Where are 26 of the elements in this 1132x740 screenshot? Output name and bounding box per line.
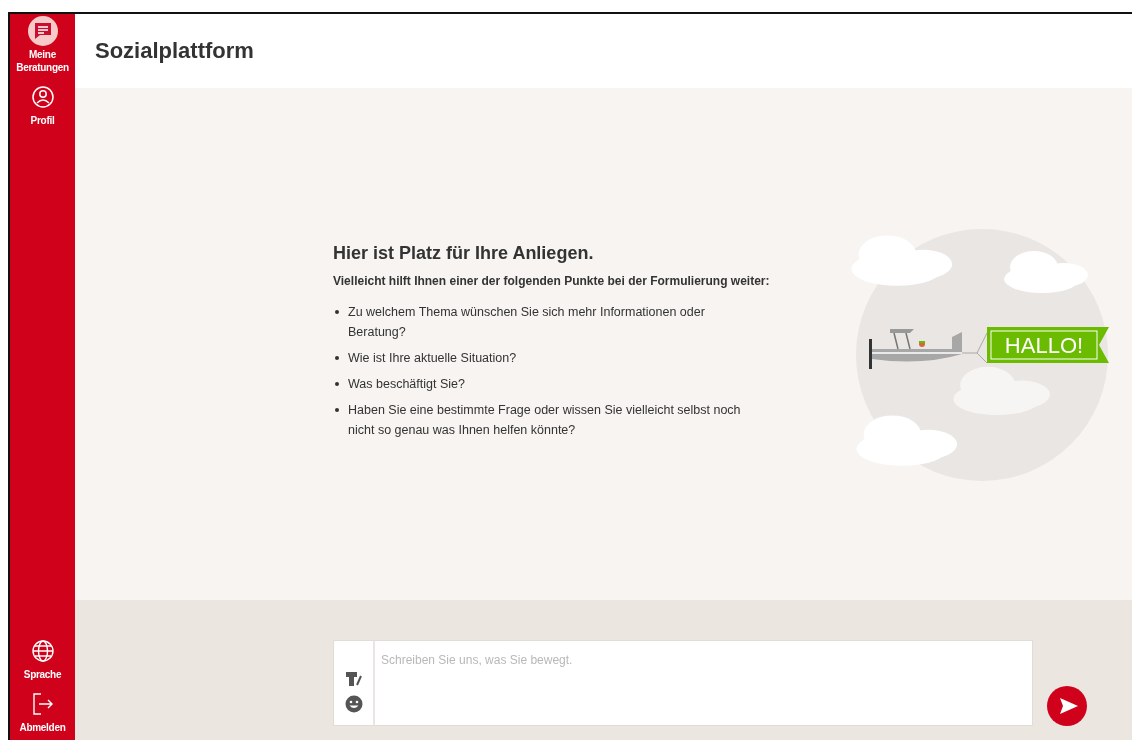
- intro-subheading: Vielleicht hilft Ihnen einer der folgenden Punkte bei der Formulierung weiter:: [333, 273, 771, 288]
- bullet-icon: [335, 407, 339, 412]
- bullet-icon: [335, 381, 339, 386]
- smiley-icon[interactable]: [344, 695, 363, 713]
- hint-point: Haben Sie eine bestimmte Frage oder wissen Sie vielleicht selbst noch nicht so genau was Ihnen helfen könnte?: [348, 401, 742, 439]
- sidebar-item[interactable]: Meine Beratungen: [10, 16, 75, 74]
- banner-text: HALLO!: [1004, 333, 1084, 358]
- user-icon: [31, 86, 54, 108]
- sidebar-item[interactable]: Profil: [10, 86, 75, 127]
- page-title: Sozialplattform: [95, 38, 254, 64]
- send-icon: [1059, 698, 1078, 714]
- hint-point: Wie ist Ihre aktuelle Situation?: [348, 349, 517, 367]
- sidebar-item[interactable]: Abmelden: [10, 693, 75, 734]
- bullet-icon: [335, 355, 339, 360]
- globe-icon: [31, 640, 54, 662]
- chat-icon: [33, 22, 52, 40]
- hint-point: Was beschäftigt Sie?: [348, 375, 465, 393]
- tow-line: [961, 332, 988, 364]
- send-button[interactable]: [1047, 686, 1087, 726]
- logout-icon: [32, 693, 53, 715]
- bullet-icon: [335, 309, 339, 314]
- hint-point: Zu welchem Thema wünschen Sie sich mehr Informationen oder Beratung?: [348, 303, 706, 341]
- message-field[interactable]: Schreiben Sie uns, was Sie bewegt.: [375, 640, 1033, 726]
- text-format-icon[interactable]: [345, 671, 362, 687]
- intro-heading: Hier ist Platz für Ihre Anliegen.: [333, 242, 595, 264]
- sidebar-item[interactable]: Sprache: [10, 640, 75, 681]
